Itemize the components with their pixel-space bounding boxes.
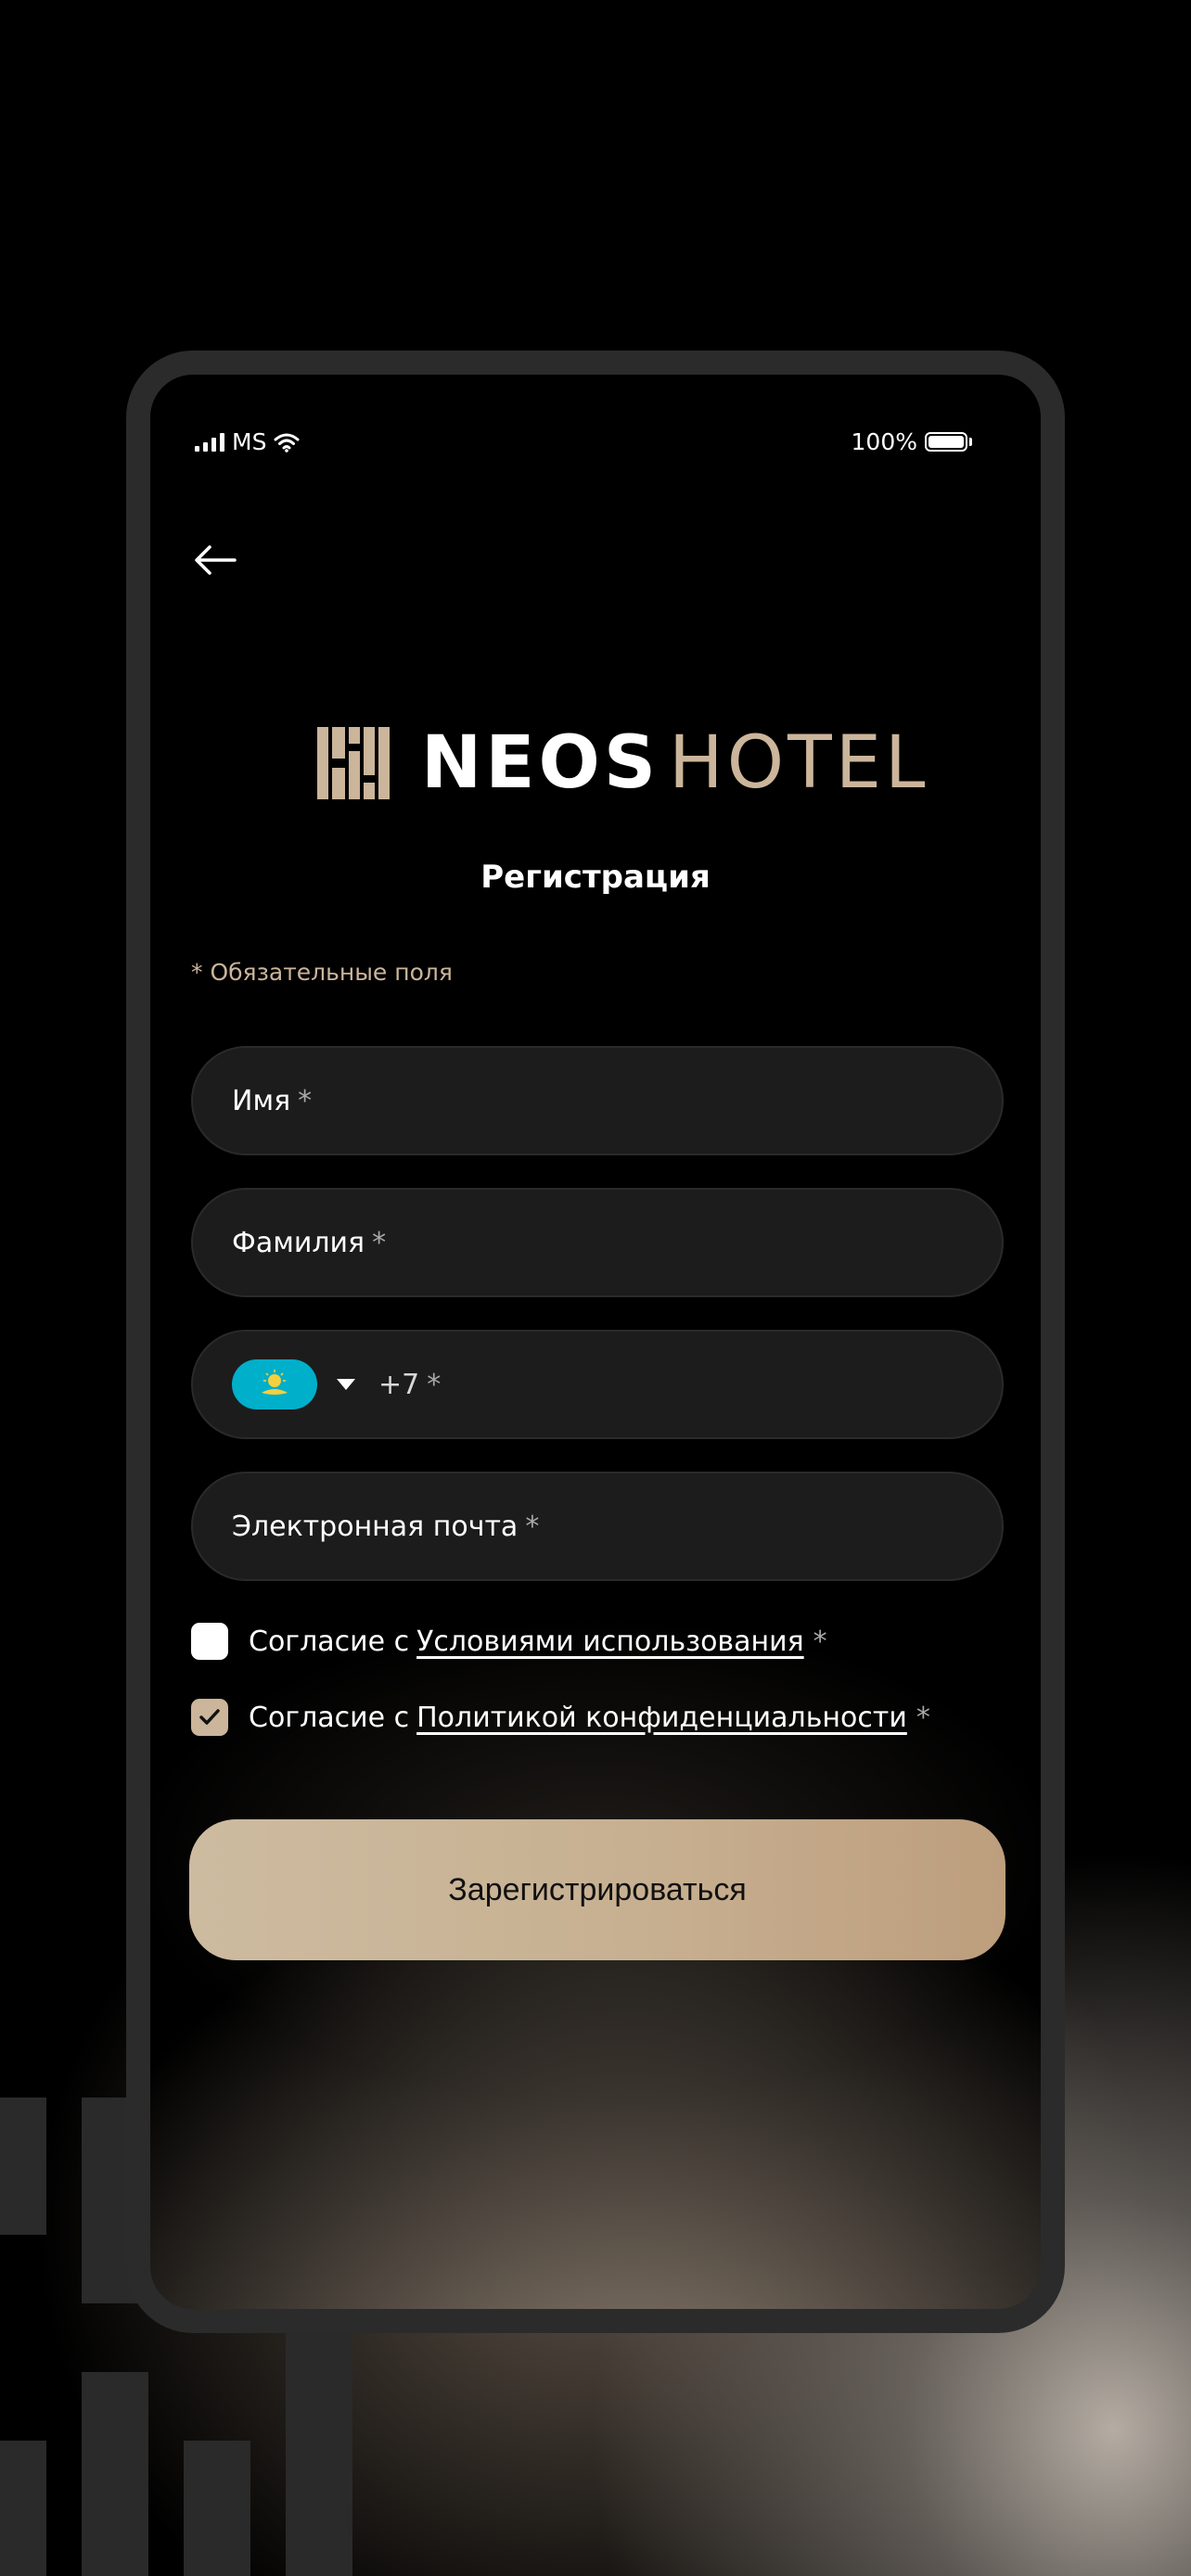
last-name-placeholder: Фамилия	[232, 1226, 365, 1259]
phone-prefix: +7	[378, 1368, 420, 1401]
privacy-consent: Согласие с Политикой конфиденциальности …	[191, 1699, 930, 1736]
hotel-logo: NEOS HOTEL	[317, 727, 928, 799]
back-arrow-icon	[195, 545, 237, 575]
chevron-down-icon[interactable]	[336, 1378, 356, 1391]
terms-consent-prefix: Согласие с	[249, 1625, 410, 1658]
logo-word-neos: NEOS	[421, 721, 660, 805]
terms-of-use-link[interactable]: Условиями использования	[416, 1626, 804, 1658]
page-title: Регистрация	[480, 859, 711, 896]
back-button[interactable]	[189, 534, 241, 586]
privacy-policy-link[interactable]: Политикой конфиденциальности	[416, 1702, 907, 1734]
phone-field[interactable]: +7 *	[191, 1330, 1004, 1439]
required-mark: *	[427, 1368, 442, 1401]
logo-mark-icon	[317, 727, 390, 799]
country-selector[interactable]	[232, 1359, 317, 1409]
kazakhstan-flag-icon	[262, 1370, 288, 1395]
required-fields-note: * Обязательные поля	[191, 959, 453, 986]
signal-icon	[195, 432, 224, 452]
logo-word-hotel: HOTEL	[669, 721, 929, 805]
checkmark-icon	[199, 1709, 220, 1725]
battery-icon	[925, 432, 967, 452]
battery-tip	[969, 438, 972, 446]
first-name-placeholder: Имя	[232, 1084, 291, 1117]
phone-frame: MS 100% NEOS HOTEL Регистрация * Обязате…	[126, 351, 1065, 2333]
register-button[interactable]: Зарегистрироваться	[189, 1819, 1005, 1960]
battery-percent: 100%	[851, 428, 917, 455]
email-field[interactable]: Электронная почта *	[191, 1472, 1004, 1581]
background-bar	[286, 2300, 352, 2576]
status-bar-left: MS	[195, 428, 300, 455]
first-name-field[interactable]: Имя *	[191, 1046, 1004, 1155]
required-mark: *	[372, 1226, 387, 1259]
status-bar-right: 100%	[852, 428, 972, 455]
carrier-name: MS	[232, 428, 267, 455]
privacy-checkbox[interactable]	[191, 1699, 228, 1736]
background-bar	[184, 2441, 250, 2576]
app-screen: MS 100% NEOS HOTEL Регистрация * Обязате…	[150, 375, 1041, 2309]
background-bar	[0, 2441, 46, 2576]
required-mark: *	[916, 1701, 930, 1734]
last-name-field[interactable]: Фамилия *	[191, 1188, 1004, 1297]
terms-consent: Согласие с Условиями использования *	[191, 1623, 827, 1660]
background-bar	[82, 2372, 148, 2576]
terms-checkbox[interactable]	[191, 1623, 228, 1660]
required-mark: *	[813, 1625, 827, 1658]
background-bar	[0, 2098, 46, 2235]
wifi-icon	[274, 433, 300, 453]
required-mark: *	[525, 1510, 540, 1543]
email-placeholder: Электронная почта	[232, 1510, 519, 1543]
required-mark: *	[298, 1084, 313, 1117]
privacy-consent-prefix: Согласие с	[249, 1701, 410, 1734]
